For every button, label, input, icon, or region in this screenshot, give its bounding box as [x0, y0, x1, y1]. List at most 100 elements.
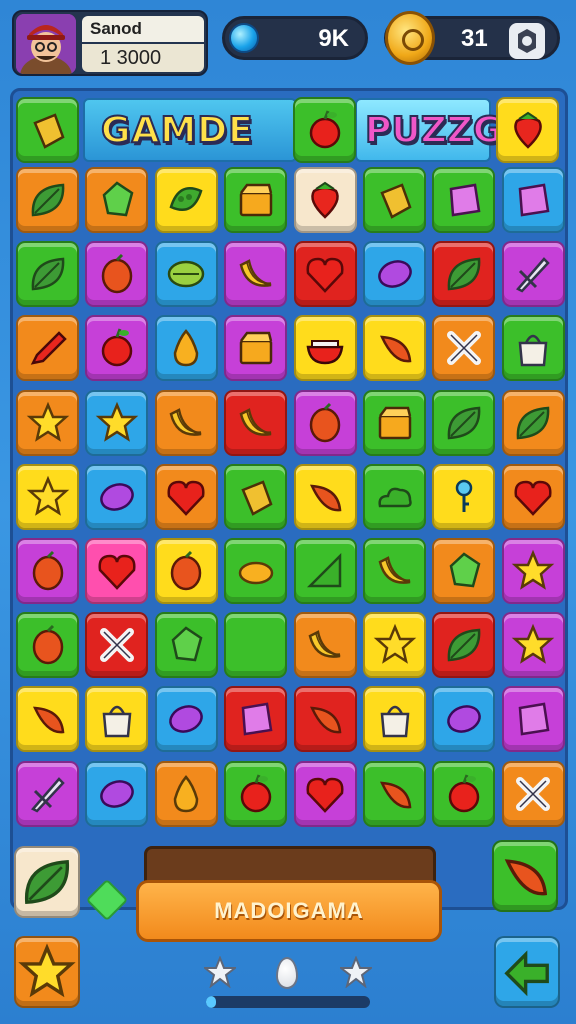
bean-icon [169, 705, 204, 734]
board-tile[interactable] [85, 538, 149, 604]
pear-icon [174, 774, 199, 812]
character-avatar-icon [16, 14, 76, 74]
board-tile[interactable] [16, 241, 79, 308]
board-tile[interactable] [293, 686, 357, 753]
board-tile[interactable] [154, 315, 218, 382]
board-tile[interactable] [501, 760, 565, 827]
board-tile[interactable] [432, 612, 496, 679]
board-tile[interactable] [432, 538, 496, 604]
board-tile[interactable] [224, 315, 288, 382]
board-tile[interactable] [85, 167, 149, 233]
board-tile[interactable] [85, 760, 149, 827]
board-tile[interactable] [224, 463, 288, 530]
board-tile[interactable] [363, 241, 426, 308]
header-tile[interactable] [16, 97, 79, 163]
board-tile[interactable] [154, 167, 218, 233]
board-tile[interactable] [293, 538, 357, 604]
board-tile[interactable] [224, 167, 288, 233]
board-tile[interactable] [363, 315, 426, 382]
board-tile[interactable] [154, 463, 218, 530]
gem-icon [229, 23, 259, 53]
header-tile[interactable] [293, 97, 356, 163]
board-tile[interactable] [363, 463, 426, 530]
board-tile[interactable] [224, 612, 288, 679]
leaf-icon [447, 628, 481, 662]
board-tile[interactable] [293, 463, 357, 530]
board-tile[interactable] [363, 389, 426, 456]
board-tile[interactable] [432, 167, 496, 233]
board-tile[interactable] [501, 463, 565, 530]
board-tile[interactable] [432, 686, 496, 753]
board-tile[interactable] [501, 167, 565, 233]
main-action-button[interactable]: MADOIGAMA [136, 880, 442, 942]
board-tile[interactable] [85, 389, 149, 456]
banana-icon [308, 630, 341, 658]
lemon-icon [238, 561, 273, 585]
board-tile[interactable] [16, 463, 79, 530]
settings-button[interactable] [509, 23, 545, 59]
board-tile[interactable] [224, 538, 288, 604]
board-tile[interactable] [432, 315, 496, 382]
apple-icon [309, 110, 340, 149]
bowl-icon [306, 340, 344, 365]
board-tile[interactable] [224, 241, 288, 308]
board-tile[interactable] [363, 538, 426, 604]
board-tile[interactable] [501, 315, 565, 382]
board-tile[interactable] [293, 389, 357, 456]
board-tile[interactable] [85, 241, 149, 308]
board-tile[interactable] [293, 241, 357, 308]
board-tile[interactable] [16, 167, 79, 233]
board-tile[interactable] [224, 760, 288, 827]
board-tile[interactable] [154, 241, 218, 308]
board-tile[interactable] [154, 686, 218, 753]
board-tile[interactable] [293, 612, 357, 679]
board-tile[interactable] [224, 686, 288, 753]
board-tile[interactable] [16, 538, 79, 604]
right-hold-tile[interactable] [492, 840, 558, 912]
board-tile[interactable] [16, 389, 79, 456]
board-tile[interactable] [154, 538, 218, 604]
board-tile[interactable] [16, 686, 79, 753]
arrow-booster-button[interactable] [494, 936, 560, 1008]
board-tile[interactable] [432, 389, 496, 456]
board-tile[interactable] [85, 463, 149, 530]
board-tile[interactable] [154, 760, 218, 827]
header-tile[interactable] [496, 97, 559, 163]
board-tile[interactable] [16, 315, 79, 382]
title-banner-right: PUZZG [355, 98, 503, 162]
board-tile[interactable] [501, 686, 565, 753]
coins-counter[interactable]: 31 [384, 11, 560, 65]
board-tile[interactable] [501, 389, 565, 456]
board-tile[interactable] [85, 686, 149, 753]
board-tile[interactable] [363, 760, 426, 827]
star-booster-button[interactable] [14, 936, 80, 1008]
gems-counter[interactable]: 9K [222, 16, 368, 60]
board-tile[interactable] [154, 389, 218, 456]
chili-icon [504, 859, 548, 896]
board-tile[interactable] [363, 167, 426, 233]
board-tile[interactable] [432, 241, 496, 308]
leaf-icon [31, 183, 64, 217]
left-hold-tile[interactable] [14, 846, 80, 918]
bean-icon [447, 705, 481, 734]
board-tile[interactable] [363, 686, 426, 753]
board-tile[interactable] [293, 167, 357, 233]
board-tile[interactable] [432, 760, 496, 827]
board-tile[interactable] [85, 315, 149, 382]
board-tile[interactable] [501, 612, 565, 679]
board-tile[interactable] [501, 538, 565, 604]
board-tile[interactable] [154, 612, 218, 679]
board-tile[interactable] [363, 612, 426, 679]
mango-icon [32, 550, 63, 591]
board-tile[interactable] [501, 241, 565, 308]
board-tile[interactable] [224, 389, 288, 456]
board-tile[interactable] [16, 612, 79, 679]
board-tile[interactable] [16, 760, 79, 827]
board-tile[interactable] [293, 315, 357, 382]
chili-icon [310, 706, 342, 734]
board-tile[interactable] [293, 760, 357, 827]
board-tile[interactable] [432, 463, 496, 530]
player-profile[interactable]: Sanod 1 3000 [12, 10, 208, 76]
heart-icon [306, 777, 344, 813]
board-tile[interactable] [85, 612, 149, 679]
